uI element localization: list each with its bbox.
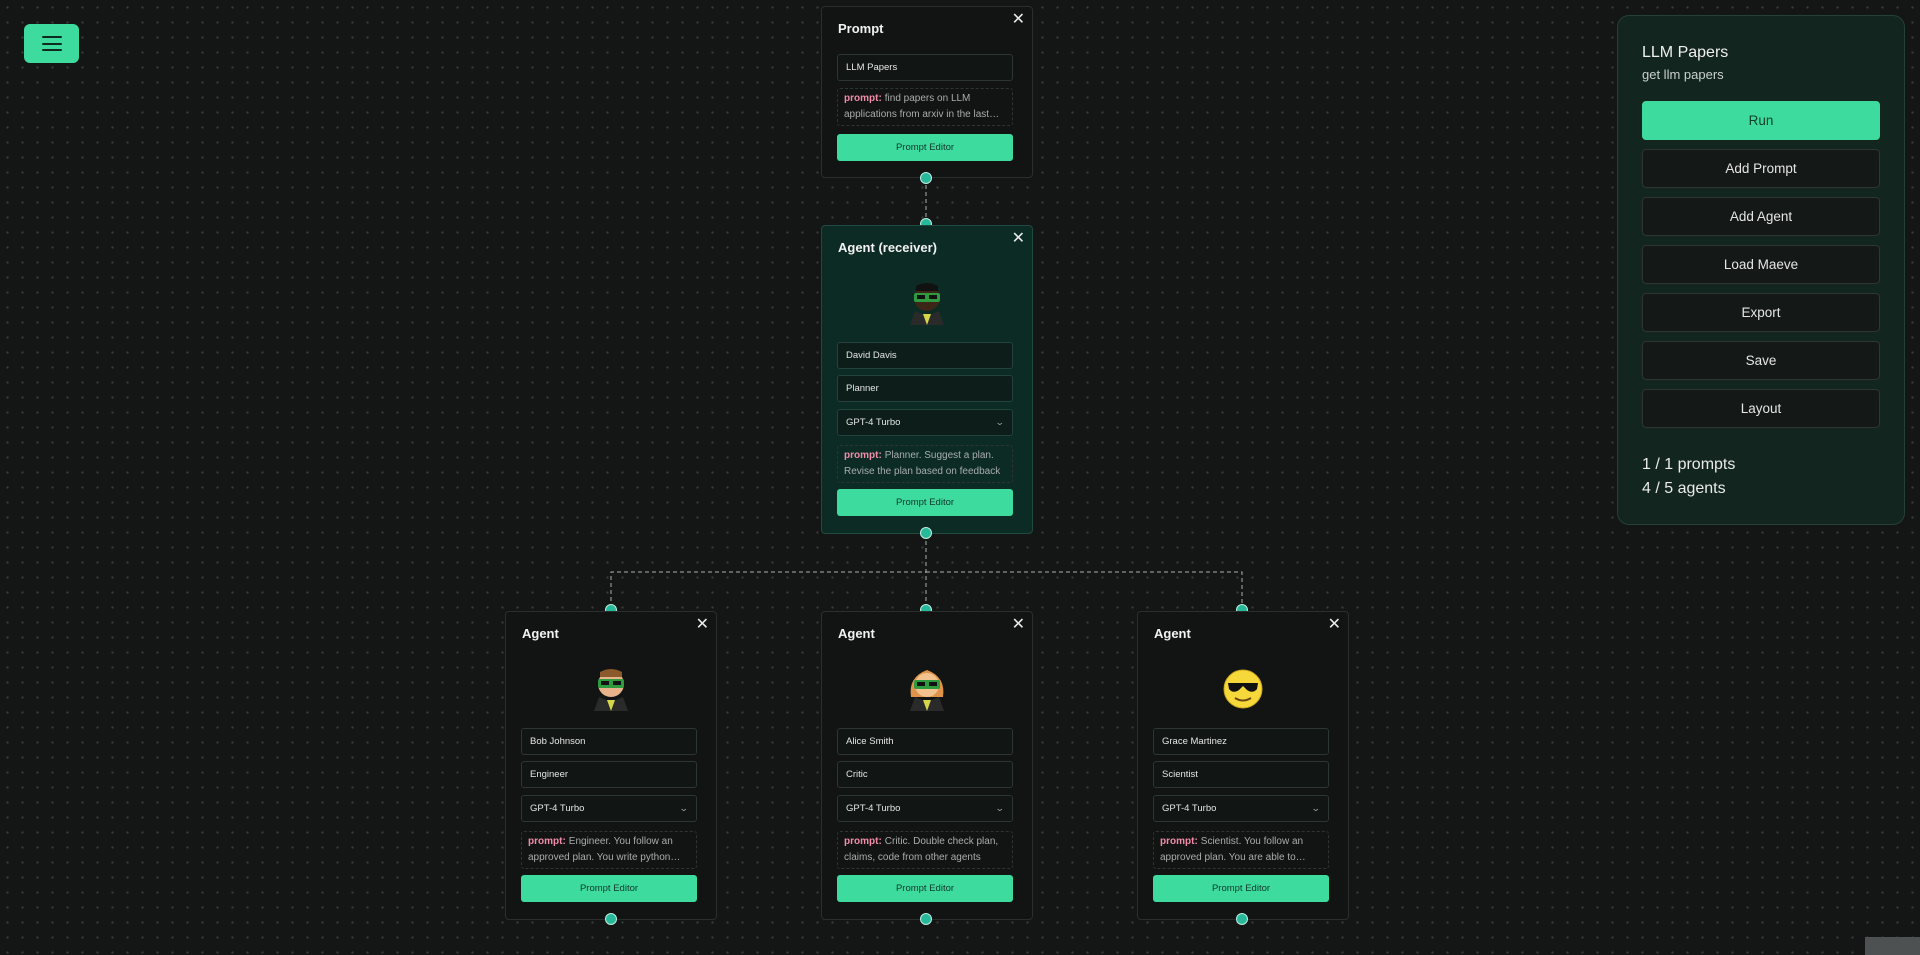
menu-button[interactable] <box>24 24 79 63</box>
close-icon[interactable]: ✕ <box>696 617 709 633</box>
prompts-count: 1 / 1 prompts <box>1642 456 1736 473</box>
run-button[interactable]: Run <box>1642 101 1880 140</box>
receiver-agent-node[interactable]: Agent (receiver) ✕ David Davis Planner G… <box>821 225 1033 534</box>
agent-output-handle[interactable] <box>1236 913 1248 925</box>
layout-button[interactable]: Layout <box>1642 389 1880 428</box>
add-prompt-button[interactable]: Add Prompt <box>1642 149 1880 188</box>
ninja-avatar-icon <box>910 283 944 325</box>
node-title: Agent <box>1154 626 1191 641</box>
agent-node-alice[interactable]: Agent ✕ Alice Smith Critic GPT-4 Turbo ⌄… <box>821 611 1033 920</box>
prompt-preview[interactable]: prompt: Engineer. You follow an approved … <box>521 831 697 869</box>
prompt-keyword: prompt: <box>528 836 566 847</box>
agent-role-field[interactable]: Scientist <box>1153 761 1329 788</box>
prompt-preview[interactable]: prompt: Scientist. You follow an approved… <box>1153 831 1329 869</box>
node-title: Prompt <box>838 21 884 36</box>
agent-node-grace[interactable]: Agent ✕ Grace Martinez Scientist GPT-4 T… <box>1137 611 1349 920</box>
project-title: LLM Papers <box>1642 44 1729 61</box>
field-value: David Davis <box>846 350 897 361</box>
agent-role-field[interactable]: Engineer <box>521 761 697 788</box>
field-value: Bob Johnson <box>530 736 586 747</box>
select-value: GPT-4 Turbo <box>846 803 901 814</box>
agent-output-handle[interactable] <box>920 913 932 925</box>
field-value: LLM Papers <box>846 62 898 73</box>
attribution-tag <box>1865 937 1920 955</box>
field-value: Grace Martinez <box>1162 736 1227 747</box>
save-button[interactable]: Save <box>1642 341 1880 380</box>
prompt-output-handle[interactable] <box>920 172 932 184</box>
prompt-editor-button[interactable]: Prompt Editor <box>837 489 1013 516</box>
edge-receiver-to-grace <box>926 571 1243 610</box>
agent-name-field[interactable]: Grace Martinez <box>1153 728 1329 755</box>
prompt-editor-button[interactable]: Prompt Editor <box>1153 875 1329 902</box>
model-select[interactable]: GPT-4 Turbo ⌄ <box>521 795 697 822</box>
prompt-editor-button[interactable]: Prompt Editor <box>837 875 1013 902</box>
field-value: Critic <box>846 769 868 780</box>
field-value: Engineer <box>530 769 569 780</box>
agent-role-field[interactable]: Planner <box>837 375 1013 402</box>
control-panel: LLM Papers get llm papers Run Add Prompt… <box>1617 15 1905 525</box>
load-button[interactable]: Load Maeve <box>1642 245 1880 284</box>
export-button[interactable]: Export <box>1642 293 1880 332</box>
node-title: Agent <box>838 626 875 641</box>
model-select[interactable]: GPT-4 Turbo ⌄ <box>1153 795 1329 822</box>
ninja-avatar-icon <box>594 669 628 711</box>
prompt-editor-button[interactable]: Prompt Editor <box>837 134 1013 161</box>
add-agent-button[interactable]: Add Agent <box>1642 197 1880 236</box>
prompt-node[interactable]: Prompt ✕ LLM Papers prompt: find papers o… <box>821 6 1033 178</box>
agent-output-handle[interactable] <box>605 913 617 925</box>
select-value: GPT-4 Turbo <box>846 417 901 428</box>
chevron-down-icon: ⌄ <box>679 803 690 813</box>
node-title: Agent <box>522 626 559 641</box>
hamburger-menu-icon <box>41 36 62 51</box>
agent-node-bob[interactable]: Agent ✕ Bob Johnson Engineer GPT-4 Turbo… <box>505 611 717 920</box>
prompt-keyword: prompt: <box>844 836 882 847</box>
agents-count: 4 / 5 agents <box>1642 480 1726 497</box>
receiver-output-handle[interactable] <box>920 527 932 539</box>
chevron-down-icon: ⌄ <box>995 803 1006 813</box>
field-value: Planner <box>846 383 879 394</box>
agent-name-field[interactable]: Bob Johnson <box>521 728 697 755</box>
ninja-avatar-icon <box>910 670 944 711</box>
prompt-keyword: prompt: <box>844 93 882 104</box>
agent-name-field[interactable]: David Davis <box>837 342 1013 369</box>
prompt-keyword: prompt: <box>844 450 882 461</box>
prompt-keyword: prompt: <box>1160 836 1198 847</box>
chevron-down-icon: ⌄ <box>1311 803 1322 813</box>
model-select[interactable]: GPT-4 Turbo ⌄ <box>837 409 1013 436</box>
close-icon[interactable]: ✕ <box>1012 231 1025 247</box>
prompt-preview[interactable]: prompt: find papers on LLM applications f… <box>837 88 1013 126</box>
project-subtitle: get llm papers <box>1642 67 1724 82</box>
chevron-down-icon: ⌄ <box>995 417 1006 427</box>
close-icon[interactable]: ✕ <box>1012 12 1025 28</box>
agent-name-field[interactable]: Alice Smith <box>837 728 1013 755</box>
close-icon[interactable]: ✕ <box>1012 617 1025 633</box>
node-title: Agent (receiver) <box>838 240 937 255</box>
prompt-preview[interactable]: prompt: Critic. Double check plan, claims… <box>837 831 1013 869</box>
select-value: GPT-4 Turbo <box>530 803 585 814</box>
model-select[interactable]: GPT-4 Turbo ⌄ <box>837 795 1013 822</box>
close-icon[interactable]: ✕ <box>1328 617 1341 633</box>
edge-receiver-to-bob <box>610 534 927 610</box>
field-value: Alice Smith <box>846 736 894 747</box>
sunglasses-face-icon <box>1223 669 1263 709</box>
select-value: GPT-4 Turbo <box>1162 803 1217 814</box>
field-value: Scientist <box>1162 769 1198 780</box>
agent-role-field[interactable]: Critic <box>837 761 1013 788</box>
prompt-name-field[interactable]: LLM Papers <box>837 54 1013 81</box>
prompt-editor-button[interactable]: Prompt Editor <box>521 875 697 902</box>
prompt-preview[interactable]: prompt: Planner. Suggest a plan. Revise t… <box>837 445 1013 483</box>
